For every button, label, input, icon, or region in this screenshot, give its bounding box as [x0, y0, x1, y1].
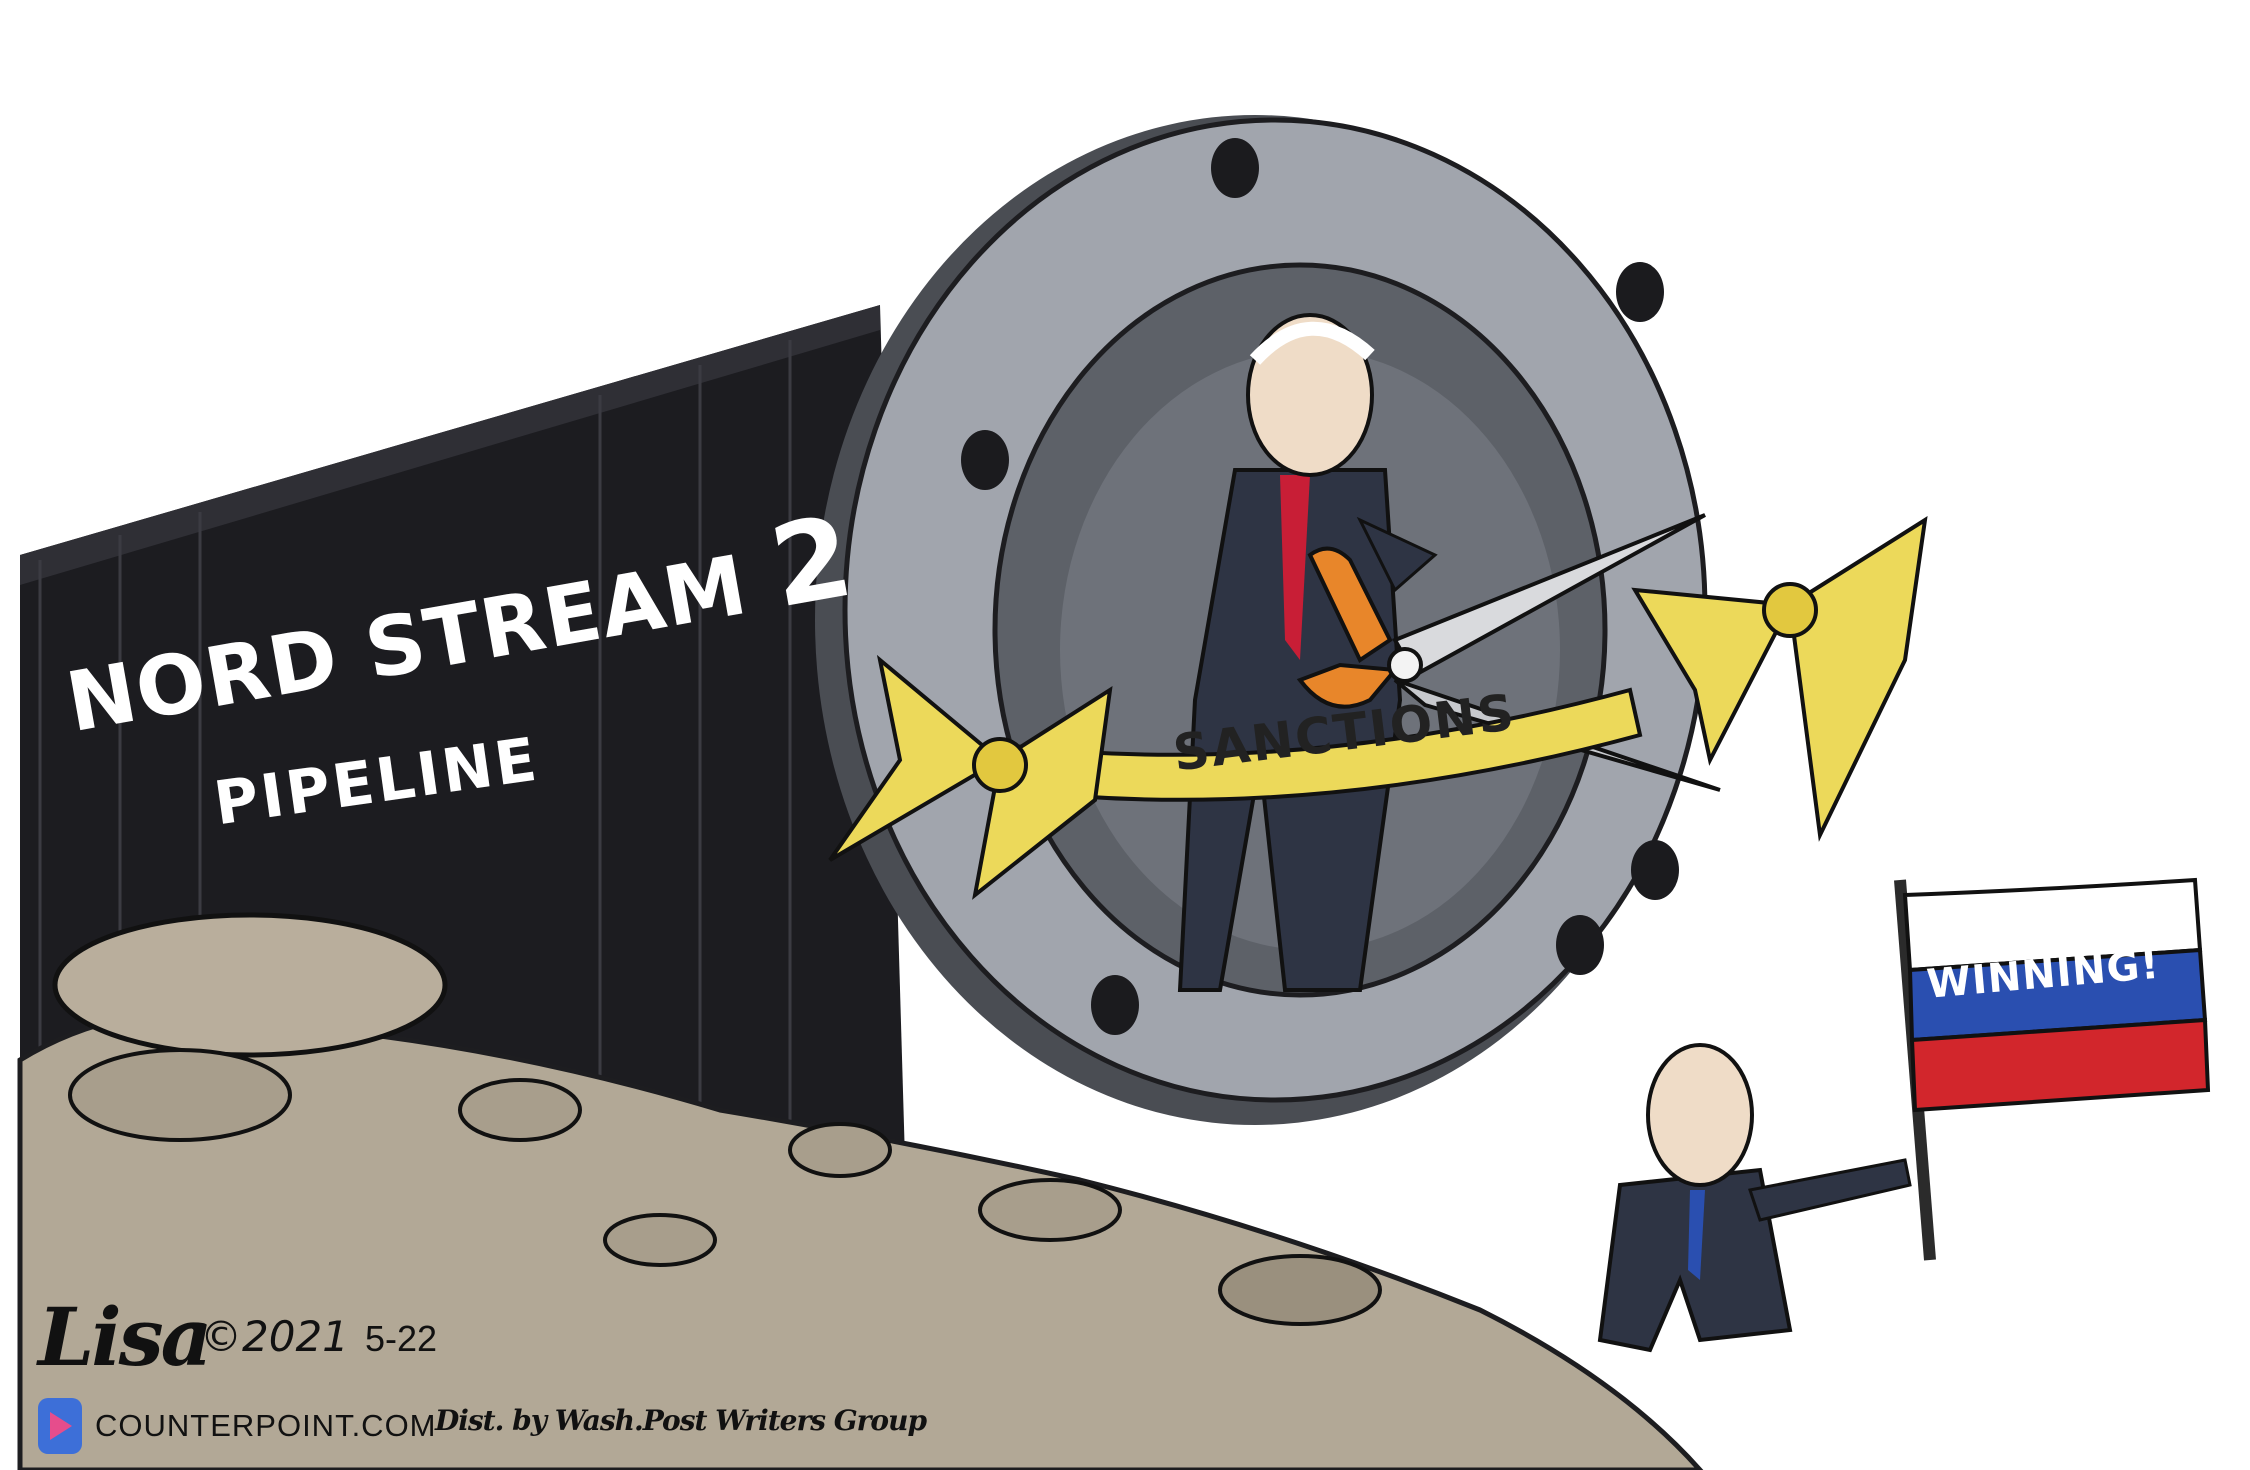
- rock: [68, 1048, 292, 1142]
- scissor-pivot: [1387, 647, 1423, 683]
- head-flag-man: [1646, 1043, 1754, 1187]
- copyright-year: ©2021: [200, 1312, 349, 1361]
- cartoon-scene: [0, 0, 2250, 1470]
- counterpoint-logo-icon: [38, 1398, 82, 1454]
- publish-date: 5-22: [365, 1318, 438, 1359]
- site-credit: COUNTERPOINT.COM: [95, 1408, 437, 1443]
- bolt: [961, 430, 1009, 490]
- artist-signature: Lisa: [38, 1290, 213, 1384]
- bolt: [1091, 975, 1139, 1035]
- bow-left-knot: [972, 737, 1028, 793]
- distributor-credit: Dist. by Wash.Post Writers Group: [435, 1404, 927, 1437]
- rock: [603, 1213, 717, 1267]
- rock: [1218, 1254, 1382, 1326]
- rock: [978, 1178, 1122, 1242]
- bolt: [1631, 840, 1679, 900]
- bow-right-knot: [1762, 582, 1818, 638]
- rock: [458, 1078, 582, 1142]
- boulder: [52, 912, 448, 1058]
- bolt: [1616, 262, 1664, 322]
- bolt: [1211, 138, 1259, 198]
- rock: [788, 1122, 892, 1178]
- bolt: [1556, 915, 1604, 975]
